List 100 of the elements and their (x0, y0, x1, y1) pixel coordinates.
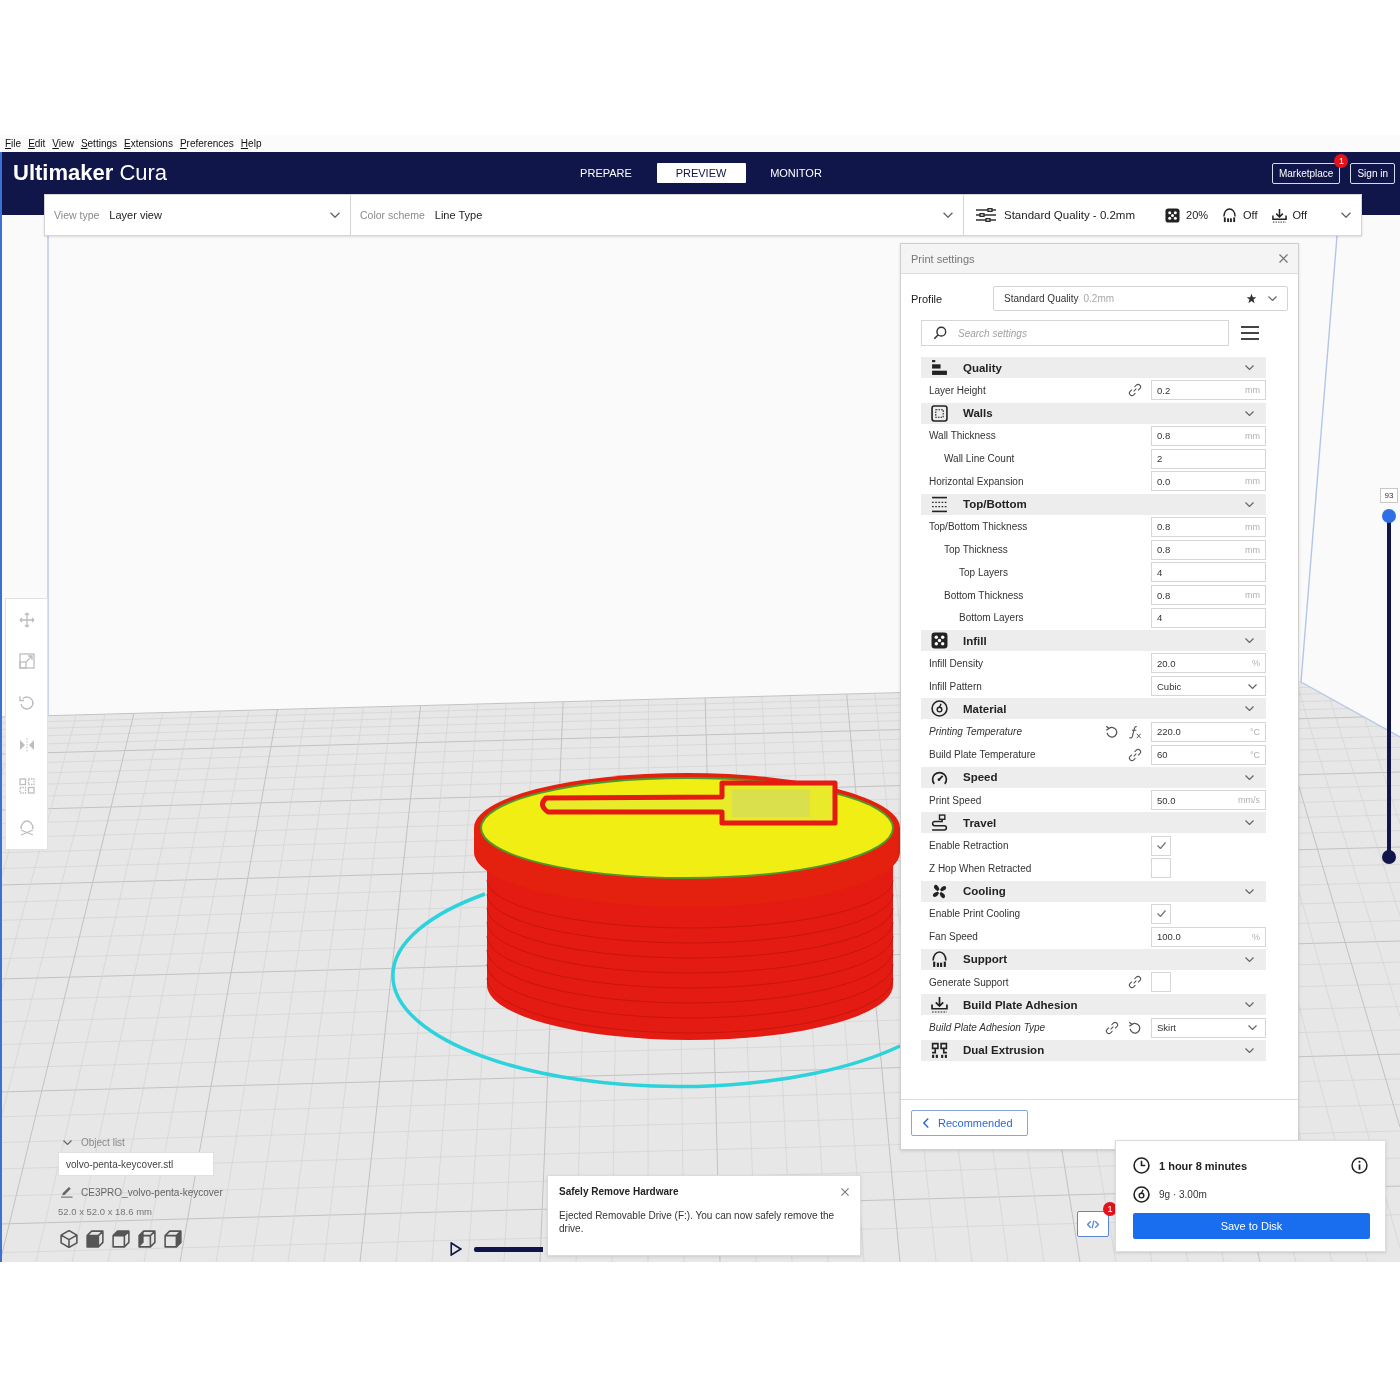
category-header[interactable]: Support (921, 948, 1266, 970)
category-header[interactable]: Infill (921, 630, 1266, 652)
reset-icon[interactable] (1128, 1020, 1142, 1035)
setting-value-field[interactable]: 0.8 mm (1151, 425, 1266, 446)
chevron-down-icon (1268, 296, 1277, 301)
setting-value-field[interactable]: 100.0 % (1151, 926, 1266, 947)
sign-in-button[interactable]: Sign in (1350, 162, 1395, 184)
notification-message: Ejected Removable Drive (F:). You can now safely remove the drive. (559, 1209, 836, 1235)
setting-label: Bottom Thickness (943, 589, 1025, 601)
stage-tab[interactable]: PREPARE (561, 163, 651, 183)
setting-value-field[interactable]: 0.2 mm (1151, 380, 1266, 401)
unit-label: mm/s (1238, 795, 1260, 806)
menu-icon (1241, 325, 1259, 341)
camera-view-button[interactable] (60, 1230, 78, 1248)
menu-item[interactable]: Settings (80, 138, 117, 149)
chevron-down-icon (1245, 1047, 1254, 1053)
stage-tab[interactable]: MONITOR (751, 163, 841, 183)
camera-view-button[interactable] (112, 1230, 130, 1248)
object-list-item[interactable]: volvo-penta-keycover.stl (58, 1152, 214, 1176)
category-header[interactable]: Walls (921, 402, 1266, 424)
play-button[interactable] (450, 1242, 462, 1256)
menu-item[interactable]: Preferences (179, 138, 234, 149)
search-field[interactable]: Search settings (921, 320, 1229, 346)
setting-label: Enable Print Cooling (928, 908, 1022, 920)
reset-icon[interactable] (1105, 724, 1119, 739)
code-icon (1087, 1219, 1099, 1229)
setting-dropdown[interactable]: Skirt (1151, 1017, 1266, 1038)
support-blocker-icon (18, 820, 35, 837)
color-scheme-dropdown[interactable]: Line Type (434, 200, 963, 230)
setting-value-field[interactable]: 50.0 mm/s (1151, 790, 1266, 811)
chevron-down-icon (1245, 365, 1254, 370)
category-header[interactable]: Dual Extrusion (921, 1039, 1266, 1061)
category-header[interactable]: Speed (921, 766, 1266, 788)
app-logo: Ultimaker Cura (12, 160, 168, 186)
setting-dropdown[interactable]: Cubic (1151, 676, 1266, 697)
grid-squares-icon (18, 778, 35, 795)
menu-item[interactable]: View (52, 138, 74, 149)
setting-value-field[interactable]: 4 (1151, 562, 1266, 583)
output-device-button[interactable] (1077, 1211, 1109, 1237)
menu-item[interactable]: File (5, 138, 22, 149)
setting-checkbox[interactable] (1151, 972, 1171, 993)
simulation-slider-track[interactable] (474, 1246, 543, 1252)
lower-layer-handle[interactable] (1382, 850, 1396, 864)
dice-icon (931, 632, 948, 650)
camera-view-button[interactable] (164, 1230, 182, 1248)
setting-value-field[interactable]: 220.0 °C (1151, 721, 1266, 742)
setting-checkbox[interactable] (1151, 835, 1171, 856)
category-header[interactable]: Material (921, 698, 1266, 720)
print-time: 1 hour 8 minutes (1159, 1159, 1248, 1172)
close-icon (1279, 254, 1288, 263)
setting-value-field[interactable]: 0.8 mm (1151, 516, 1266, 537)
camera-view-button[interactable] (86, 1230, 104, 1248)
setting-label: Infill Density (928, 657, 984, 669)
model-dimensions: 52.0 x 52.0 x 18.6 mm (58, 1206, 152, 1217)
setting-checkbox[interactable] (1151, 858, 1171, 879)
chevron-down-icon (1245, 410, 1254, 416)
setting-value-field[interactable]: 0.8 mm (1151, 585, 1266, 606)
setting-value-field[interactable]: 20.0 % (1151, 653, 1266, 674)
setting-value-field[interactable]: 2 (1151, 448, 1266, 469)
close-button[interactable] (841, 1187, 849, 1196)
settings-menu-button[interactable] (1241, 325, 1259, 341)
profile-dropdown[interactable]: Standard Quality 0.2mm (993, 286, 1288, 311)
recommended-button[interactable]: Recommended (911, 1110, 1028, 1136)
category-header[interactable]: Quality (921, 357, 1266, 378)
setting-checkbox[interactable] (1151, 903, 1171, 924)
print-setup-expand-button[interactable] (1341, 212, 1351, 218)
menu-item[interactable]: Help (240, 138, 262, 149)
unit-label: % (1252, 658, 1260, 669)
view-type-dropdown[interactable]: Layer view (109, 200, 350, 230)
category-header[interactable]: Cooling (921, 880, 1266, 902)
material-estimate: 9g · 3.00m (1159, 1189, 1207, 1200)
close-icon (841, 1187, 849, 1196)
stage-tab[interactable]: PREVIEW (656, 163, 746, 183)
chevron-down-icon (943, 212, 953, 218)
setting-value-field[interactable]: 0.8 mm (1151, 539, 1266, 560)
setting-label: Wall Thickness (928, 430, 997, 442)
chevron-down-icon (1245, 706, 1254, 712)
close-button[interactable] (1279, 254, 1288, 263)
menu-item[interactable]: Extensions (124, 138, 173, 149)
unit-label: °C (1249, 726, 1260, 737)
menu-item[interactable]: Edit (28, 138, 46, 149)
clock-icon (1133, 1157, 1150, 1174)
category-header[interactable]: Travel (921, 812, 1266, 834)
category-header[interactable]: Build Plate Adhesion (921, 994, 1266, 1016)
unit-label: mm (1245, 430, 1260, 441)
cube-top-face-icon (112, 1230, 130, 1248)
camera-view-button[interactable] (138, 1230, 156, 1248)
chevron-down-icon (63, 1140, 72, 1145)
setting-value-field[interactable]: 0.0 mm (1151, 471, 1266, 492)
setting-label: Build Plate Temperature (928, 749, 1037, 760)
category-header[interactable]: Top/Bottom (921, 493, 1266, 515)
setting-value-field[interactable]: 60 °C (1151, 744, 1266, 765)
check-icon (1156, 842, 1166, 850)
setting-label: Build Plate Adhesion Type (928, 1022, 1047, 1034)
save-to-disk-button[interactable]: Save to Disk (1133, 1213, 1370, 1239)
setting-value-field[interactable]: 4 (1151, 607, 1266, 628)
info-icon[interactable] (1351, 1157, 1368, 1174)
pencil-icon[interactable] (61, 1186, 73, 1198)
upper-layer-handle[interactable] (1382, 509, 1396, 523)
unit-label: mm (1245, 385, 1260, 396)
